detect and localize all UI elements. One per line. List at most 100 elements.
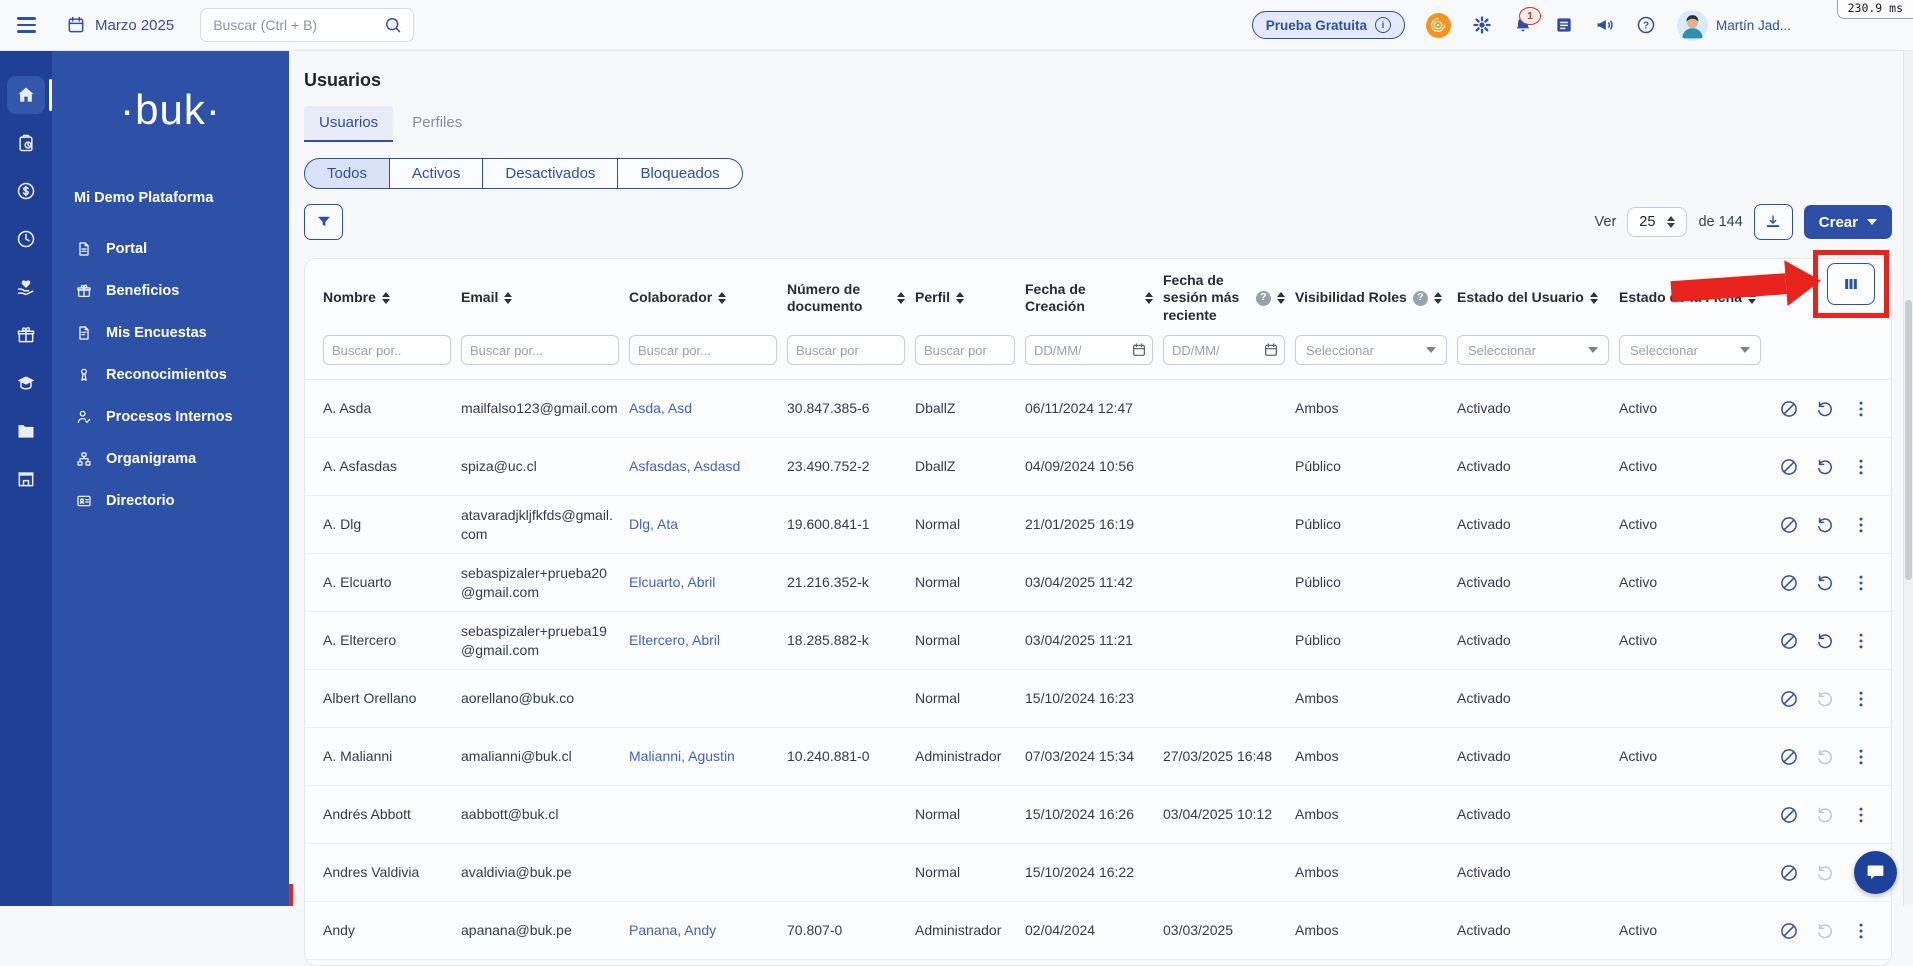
block-user-icon[interactable] xyxy=(1779,399,1799,419)
reset-password-icon[interactable] xyxy=(1815,515,1835,535)
trial-badge[interactable]: Prueba Gratuita xyxy=(1252,11,1405,39)
cell-colaborador[interactable]: Elcuarto, Abril xyxy=(629,564,777,601)
columns-settings-button[interactable] xyxy=(1827,263,1875,305)
reset-password-icon[interactable] xyxy=(1815,863,1835,883)
sidebar-item-organigrama[interactable]: Organigrama xyxy=(52,438,289,480)
filter-activos[interactable]: Activos xyxy=(390,158,483,189)
column-header-estado_ficha[interactable]: Estado de la Ficha xyxy=(1619,289,1761,307)
sort-icon xyxy=(1145,292,1153,304)
rail-item-clock[interactable] xyxy=(7,220,45,258)
reset-password-icon[interactable] xyxy=(1815,747,1835,767)
search-input[interactable] xyxy=(211,16,383,34)
cell-documento: 70.807-0 xyxy=(787,912,905,949)
block-user-icon[interactable] xyxy=(1779,747,1799,767)
user-menu[interactable]: Martín Jad... xyxy=(1677,10,1791,41)
reset-password-icon[interactable] xyxy=(1815,573,1835,593)
sidebar-item-procesos-internos[interactable]: Procesos Internos xyxy=(52,396,289,438)
scrollbar-thumb[interactable] xyxy=(1905,300,1912,580)
filter-input-colaborador[interactable] xyxy=(629,335,777,365)
row-menu-icon[interactable] xyxy=(1851,573,1871,593)
filter-input-email[interactable] xyxy=(461,335,619,365)
block-user-icon[interactable] xyxy=(1779,457,1799,477)
rail-item-storefront[interactable] xyxy=(7,460,45,498)
column-header-creacion[interactable]: Fecha de Creación xyxy=(1025,281,1153,316)
rail-item-clipboard-clock[interactable] xyxy=(7,124,45,162)
row-menu-icon[interactable] xyxy=(1851,921,1871,941)
rail-item-dollar[interactable] xyxy=(7,172,45,210)
help-icon[interactable]: ? xyxy=(1636,15,1656,35)
reset-password-icon[interactable] xyxy=(1815,399,1835,419)
filter-input-documento[interactable] xyxy=(787,335,905,365)
cell-colaborador[interactable]: Malianni, Agustin xyxy=(629,738,777,775)
sidebar-item-beneficios[interactable]: Beneficios xyxy=(52,270,289,312)
rail-item-home[interactable] xyxy=(7,76,45,114)
page-scrollbar[interactable] xyxy=(1903,50,1913,906)
cell-colaborador[interactable]: Asda, Asd xyxy=(629,390,777,427)
column-header-nombre[interactable]: Nombre xyxy=(323,289,451,307)
filter-input-perfil[interactable] xyxy=(915,335,1015,365)
rail-item-graduation-cap[interactable] xyxy=(7,364,45,402)
row-menu-icon[interactable] xyxy=(1851,747,1871,767)
column-header-email[interactable]: Email xyxy=(461,289,619,307)
cell-visibilidad: Público xyxy=(1295,448,1447,485)
reset-password-icon[interactable] xyxy=(1815,457,1835,477)
page-size-select[interactable]: 25 xyxy=(1627,207,1687,237)
download-button[interactable] xyxy=(1754,204,1793,240)
column-header-sesion[interactable]: Fecha de sesión más reciente xyxy=(1163,272,1285,325)
reset-password-icon[interactable] xyxy=(1815,805,1835,825)
sidebar-item-mis-encuestas[interactable]: Mis Encuestas xyxy=(52,312,289,354)
block-user-icon[interactable] xyxy=(1779,921,1799,941)
row-menu-icon[interactable] xyxy=(1851,631,1871,651)
period-selector[interactable]: Marzo 2025 xyxy=(66,15,174,35)
filter-input-nombre[interactable] xyxy=(323,335,451,365)
megaphone-icon[interactable] xyxy=(1595,15,1615,35)
block-user-icon[interactable] xyxy=(1779,631,1799,651)
rail-item-hand-heart[interactable] xyxy=(7,268,45,306)
cell-colaborador[interactable]: Panana, Andy xyxy=(629,912,777,949)
news-icon[interactable] xyxy=(1554,15,1574,35)
row-menu-icon[interactable] xyxy=(1851,515,1871,535)
chat-fab-button[interactable] xyxy=(1854,851,1897,894)
rail-item-folder[interactable] xyxy=(7,412,45,450)
row-menu-icon[interactable] xyxy=(1851,399,1871,419)
filter-select-visibilidad[interactable]: Seleccionar xyxy=(1295,335,1447,365)
row-menu-icon[interactable] xyxy=(1851,805,1871,825)
filter-select-estado_usuario[interactable]: Seleccionar xyxy=(1457,335,1609,365)
status-target-button[interactable] xyxy=(1426,13,1451,38)
settings-gear-icon[interactable] xyxy=(1472,15,1492,35)
cell-colaborador[interactable]: Eltercero, Abril xyxy=(629,622,777,659)
row-menu-icon[interactable] xyxy=(1851,689,1871,709)
sidebar-item-portal[interactable]: Portal xyxy=(52,228,289,270)
cell-colaborador[interactable]: Dlg, Ata xyxy=(629,506,777,543)
column-header-colaborador[interactable]: Colaborador xyxy=(629,289,777,307)
block-user-icon[interactable] xyxy=(1779,805,1799,825)
global-search[interactable] xyxy=(200,8,414,42)
filter-bloqueados[interactable]: Bloqueados xyxy=(618,158,742,189)
tab-usuarios[interactable]: Usuarios xyxy=(304,106,393,142)
column-header-documento[interactable]: Número de documento xyxy=(787,281,905,316)
reset-password-icon[interactable] xyxy=(1815,631,1835,651)
search-icon[interactable] xyxy=(383,15,403,35)
column-header-perfil[interactable]: Perfil xyxy=(915,289,1015,307)
rail-item-gift[interactable] xyxy=(7,316,45,354)
filter-funnel-button[interactable] xyxy=(304,204,343,240)
reset-password-icon[interactable] xyxy=(1815,689,1835,709)
filter-desactivados[interactable]: Desactivados xyxy=(483,158,618,189)
block-user-icon[interactable] xyxy=(1779,689,1799,709)
hamburger-menu-icon[interactable] xyxy=(17,17,36,33)
block-user-icon[interactable] xyxy=(1779,863,1799,883)
tab-perfiles[interactable]: Perfiles xyxy=(397,106,477,142)
reset-password-icon[interactable] xyxy=(1815,921,1835,941)
sidebar-item-reconocimientos[interactable]: Reconocimientos xyxy=(52,354,289,396)
filter-todos[interactable]: Todos xyxy=(304,158,390,189)
create-button[interactable]: Crear xyxy=(1804,205,1892,239)
sidebar-item-directorio[interactable]: Directorio xyxy=(52,480,289,522)
column-header-visibilidad[interactable]: Visibilidad Roles xyxy=(1295,289,1447,307)
block-user-icon[interactable] xyxy=(1779,515,1799,535)
row-menu-icon[interactable] xyxy=(1851,457,1871,477)
cell-colaborador[interactable]: Asfasdas, Asdasd xyxy=(629,448,777,485)
notifications-button[interactable]: 1 xyxy=(1513,15,1533,35)
filter-select-estado_ficha[interactable]: Seleccionar xyxy=(1619,335,1761,365)
column-header-estado_usuario[interactable]: Estado del Usuario xyxy=(1457,289,1609,307)
block-user-icon[interactable] xyxy=(1779,573,1799,593)
